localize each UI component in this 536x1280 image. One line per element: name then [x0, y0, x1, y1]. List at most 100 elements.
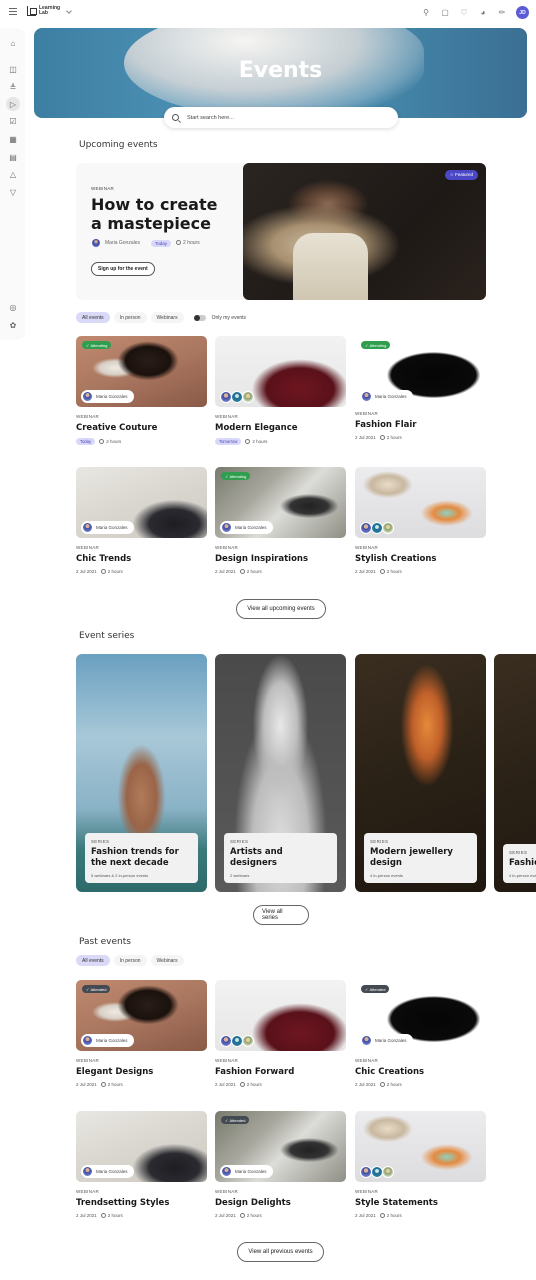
event-type: WEBINAR: [76, 414, 100, 419]
event-title[interactable]: Chic Creations: [355, 1067, 486, 1077]
event-type: WEBINAR: [355, 1189, 379, 1194]
event-meta: 2 Jul 2021 2 hours: [215, 1213, 262, 1219]
event-title[interactable]: Trendsetting Styles: [76, 1198, 207, 1208]
event-title[interactable]: Modern Elegance: [215, 423, 346, 433]
chat-icon[interactable]: ▢: [440, 7, 450, 17]
event-card[interactable]: ✓ Attending Maria Gonzales WEBINAR Fashi…: [355, 336, 486, 441]
series-card[interactable]: SERIES Fashion trends for the next decad…: [494, 654, 536, 892]
series-card[interactable]: SERIES Fashion trends for the next decad…: [76, 654, 207, 892]
video-icon[interactable]: ▷: [6, 97, 20, 111]
event-image[interactable]: [215, 336, 346, 407]
book-icon[interactable]: ◫: [8, 64, 18, 74]
event-title[interactable]: Creative Couture: [76, 423, 207, 433]
education-icon[interactable]: △: [8, 169, 18, 179]
event-type: WEBINAR: [76, 1189, 100, 1194]
event-title[interactable]: Fashion Flair: [355, 420, 486, 430]
user-avatar[interactable]: JD: [516, 6, 529, 19]
event-title[interactable]: Stylish Creations: [355, 554, 486, 564]
event-image[interactable]: ✓ Attended Maria Gonzales: [355, 980, 486, 1051]
series-title[interactable]: Fashion trends for the next decade: [91, 847, 192, 869]
event-title[interactable]: Design Inspirations: [215, 554, 346, 564]
series-subtitle: 5 webinars & 2 in-person events: [91, 873, 149, 878]
event-card[interactable]: WEBINAR Modern Elegance Tomorrow 2 hours: [215, 336, 346, 445]
event-image[interactable]: ✓ Attended Maria Gonzales: [215, 1111, 346, 1182]
event-title[interactable]: Elegant Designs: [76, 1067, 207, 1077]
trophy-icon[interactable]: ▽: [8, 187, 18, 197]
globe-icon[interactable]: ◕: [478, 7, 488, 17]
app-logo[interactable]: Learning Lab: [27, 6, 61, 16]
event-card[interactable]: ✓ Attending Maria Gonzales WEBINAR Creat…: [76, 336, 207, 445]
filter-all-events[interactable]: All events: [76, 312, 110, 323]
event-card[interactable]: WEBINAR Style Statements 2 Jul 2021 2 hou…: [355, 1111, 486, 1219]
filter-all-events[interactable]: All events: [76, 955, 110, 966]
event-card[interactable]: WEBINAR Stylish Creations 2 Jul 2021 2 ho…: [355, 467, 486, 575]
event-image[interactable]: Maria Gonzales: [76, 1111, 207, 1182]
view-all-series-button[interactable]: View all series: [253, 905, 309, 925]
event-type: WEBINAR: [215, 414, 239, 419]
event-card[interactable]: ✓ Attended Maria Gonzales WEBINAR Elegan…: [76, 980, 207, 1088]
clock-icon: [379, 1082, 385, 1088]
host-chip: Maria Gonzales: [81, 1165, 134, 1178]
brain-icon[interactable]: ✿: [8, 320, 18, 330]
series-type: SERIES: [230, 839, 249, 844]
host-avatar: [362, 392, 371, 401]
event-card[interactable]: ✓ Attended Maria Gonzales WEBINAR Design…: [215, 1111, 346, 1219]
event-image[interactable]: [355, 1111, 486, 1182]
calendar-icon[interactable]: ☑: [8, 116, 18, 126]
clock-icon: [100, 569, 106, 575]
event-card[interactable]: ✓ Attending Maria Gonzales WEBINAR Desig…: [215, 467, 346, 575]
event-title[interactable]: Chic Trends: [76, 554, 207, 564]
event-image[interactable]: ✓ Attending Maria Gonzales: [76, 336, 207, 407]
bell-icon[interactable]: ♡: [459, 7, 469, 17]
support-icon[interactable]: ◎: [8, 302, 18, 312]
route-icon[interactable]: ≜: [8, 82, 18, 92]
series-title[interactable]: Modern jewellery design: [370, 847, 471, 869]
event-card[interactable]: WEBINAR Fashion Forward 2 Jul 2021 2 hour…: [215, 980, 346, 1088]
search-icon[interactable]: ⚲: [421, 7, 431, 17]
event-title[interactable]: Design Delights: [215, 1198, 346, 1208]
event-image[interactable]: [215, 980, 346, 1051]
event-image[interactable]: [355, 467, 486, 538]
menu-icon[interactable]: [9, 8, 17, 15]
clock-icon: [379, 1213, 385, 1219]
filter-in-person[interactable]: In person: [113, 312, 147, 323]
library-icon[interactable]: ▦: [8, 134, 18, 144]
event-image[interactable]: ✓ Attending Maria Gonzales: [355, 336, 486, 407]
event-card[interactable]: Maria Gonzales WEBINAR Trendsetting Styl…: [76, 1111, 207, 1219]
section-title-upcoming: Upcoming events: [79, 140, 158, 150]
chevron-down-icon[interactable]: [66, 8, 72, 14]
view-all-previous-button[interactable]: View all previous events: [237, 1242, 324, 1262]
event-card[interactable]: Maria Gonzales WEBINAR Chic Trends 2 Jul…: [76, 467, 207, 575]
pencil-icon[interactable]: ✏: [497, 7, 507, 17]
series-title[interactable]: Artists and designers: [230, 847, 331, 869]
filter-in-person[interactable]: In person: [113, 955, 147, 966]
search-input[interactable]: [187, 114, 387, 121]
series-card[interactable]: SERIES Modern jewellery design 4 in-pers…: [355, 654, 486, 892]
event-card[interactable]: ✓ Attended Maria Gonzales WEBINAR Chic C…: [355, 980, 486, 1088]
series-title[interactable]: Fashion trends for the next decade: [509, 858, 536, 869]
filter-webinars[interactable]: Webinars: [150, 955, 184, 966]
filter-webinars[interactable]: Webinars: [150, 312, 184, 323]
messages-icon[interactable]: ▤: [8, 152, 18, 162]
view-all-upcoming-button[interactable]: View all upcoming events: [236, 599, 326, 619]
featured-event[interactable]: WEBINAR How to create a mastepiece Maria…: [76, 163, 486, 300]
only-my-events-toggle[interactable]: [193, 314, 206, 321]
featured-title[interactable]: How to create a mastepiece: [91, 195, 231, 233]
host-name: Maria Gonzales: [105, 240, 141, 246]
event-image[interactable]: Maria Gonzales: [76, 467, 207, 538]
search-bar[interactable]: [164, 107, 398, 128]
event-type: WEBINAR: [355, 411, 379, 416]
event-title[interactable]: Fashion Forward: [215, 1067, 346, 1077]
featured-image[interactable]: ☆ Featured: [243, 163, 486, 300]
section-title-past: Past events: [79, 937, 131, 947]
sign-up-button[interactable]: Sign up for the event: [91, 262, 155, 276]
event-image[interactable]: ✓ Attended Maria Gonzales: [76, 980, 207, 1051]
event-image[interactable]: ✓ Attending Maria Gonzales: [215, 467, 346, 538]
series-info: SERIES Artists and designers 2 webinars: [224, 833, 337, 883]
event-title[interactable]: Style Statements: [355, 1198, 486, 1208]
home-icon[interactable]: ⌂: [8, 38, 18, 48]
host-chip: Maria Gonzales: [81, 1034, 134, 1047]
series-card[interactable]: SERIES Artists and designers 2 webinars: [215, 654, 346, 892]
search-icon: [172, 114, 179, 121]
clock-icon: [176, 240, 182, 246]
